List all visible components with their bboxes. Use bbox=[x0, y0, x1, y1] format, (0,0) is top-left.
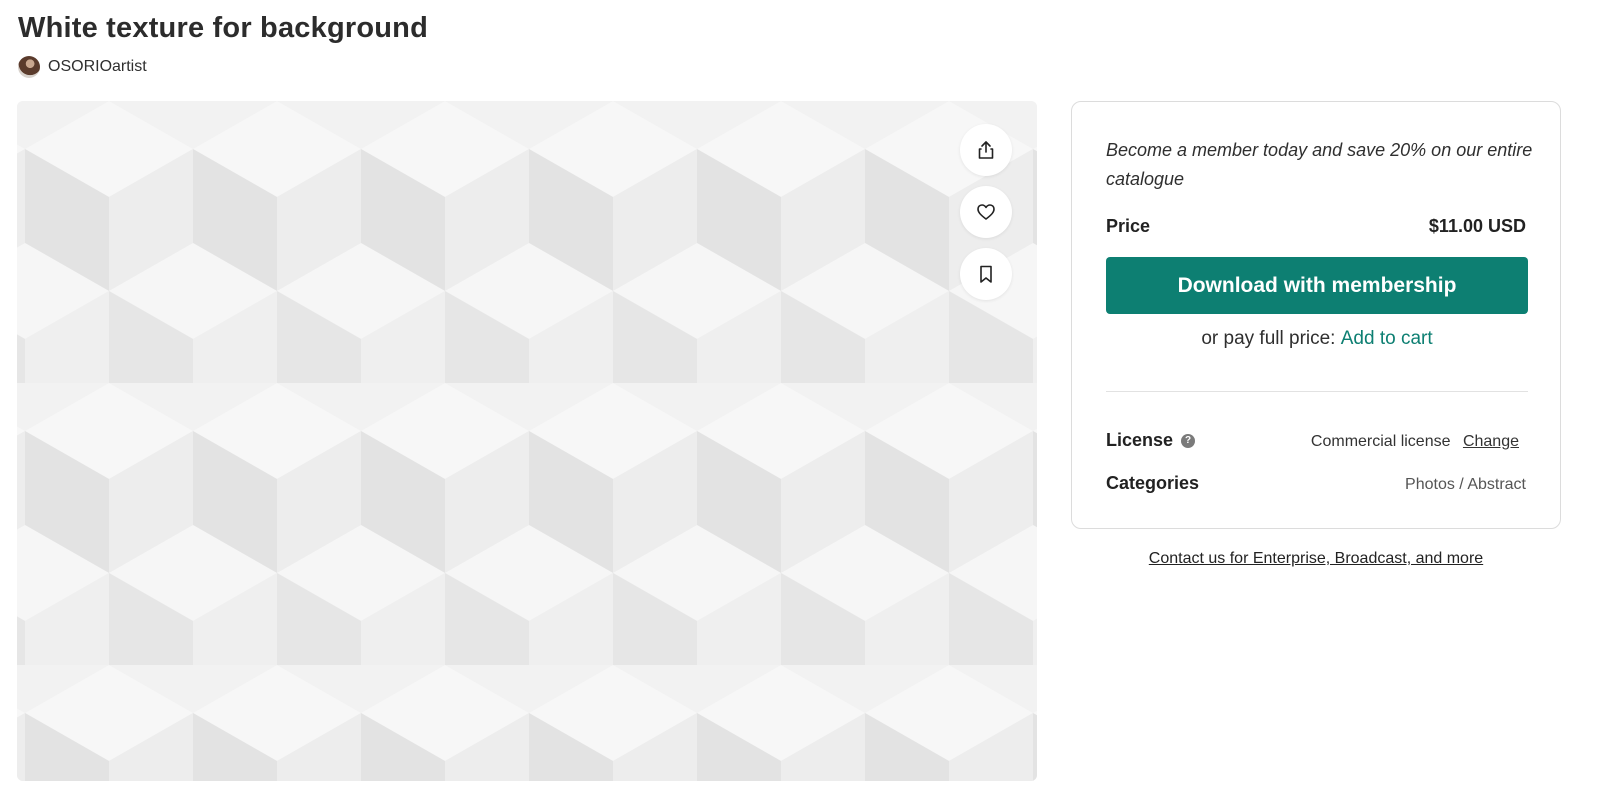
add-to-cart-link[interactable]: Add to cart bbox=[1341, 328, 1433, 349]
help-icon[interactable]: ? bbox=[1181, 433, 1196, 448]
price-label: Price bbox=[1106, 216, 1151, 236]
like-button[interactable] bbox=[960, 186, 1012, 238]
alt-price-prefix: or pay full price: bbox=[1201, 328, 1336, 349]
share-button[interactable] bbox=[960, 124, 1012, 176]
categories-label: Categories bbox=[1106, 473, 1200, 493]
price-value: $11.00 USD bbox=[1428, 216, 1526, 236]
image-preview[interactable] bbox=[17, 101, 1037, 781]
license-value: Commercial license bbox=[1310, 433, 1451, 450]
divider bbox=[1106, 391, 1528, 392]
author-name: OSORIOartist bbox=[48, 58, 147, 75]
avatar bbox=[18, 56, 40, 78]
page-title: White texture for background bbox=[18, 12, 429, 44]
license-label: License bbox=[1106, 430, 1174, 450]
bookmark-button[interactable] bbox=[960, 248, 1012, 300]
license-label-row: License ? bbox=[1106, 430, 1196, 451]
license-value-row: Commercial license Change bbox=[1311, 433, 1519, 451]
purchase-panel: Become a member today and save 20% on ou… bbox=[1071, 101, 1561, 529]
categories-link[interactable]: Photos / Abstract bbox=[1405, 476, 1526, 494]
bookmark-icon bbox=[980, 265, 992, 283]
author-link[interactable]: OSORIOartist bbox=[18, 56, 147, 78]
share-icon bbox=[978, 141, 994, 159]
download-with-membership-button[interactable]: Download with membership bbox=[1106, 257, 1528, 314]
cube-pattern-image bbox=[17, 101, 1037, 781]
contact-enterprise-link[interactable]: Contact us for Enterprise, Broadcast, an… bbox=[1071, 550, 1561, 568]
membership-promo: Become a member today and save 20% on ou… bbox=[1106, 140, 1533, 189]
alt-price-line: or pay full price: Add to cart bbox=[1106, 328, 1528, 350]
change-license-link[interactable]: Change bbox=[1463, 433, 1519, 450]
heart-icon bbox=[977, 204, 995, 220]
